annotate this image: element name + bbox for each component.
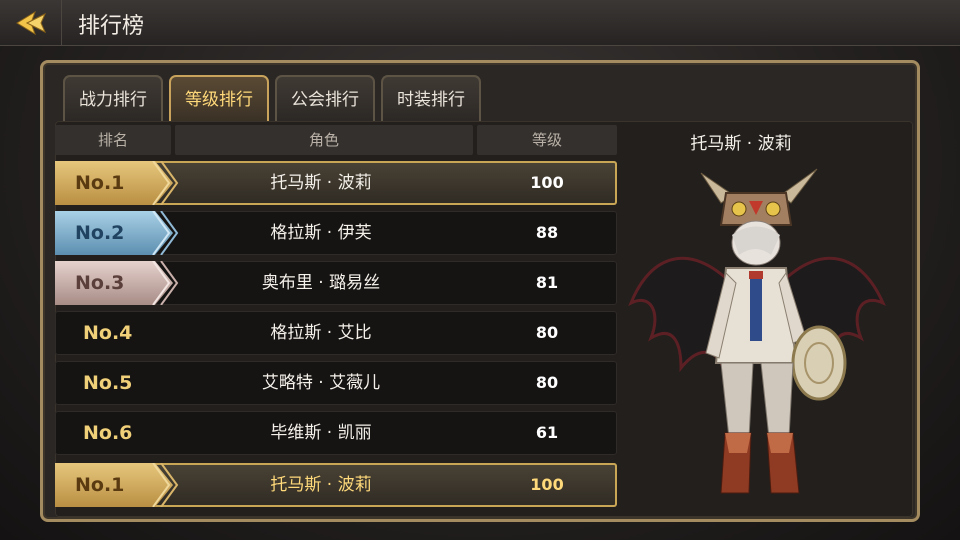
rank-label: No.6 (83, 422, 133, 444)
table-row[interactable]: No.2 格拉斯 · 伊芙 88 (55, 211, 617, 255)
character-name: 格拉斯 · 伊芙 (270, 223, 372, 243)
table-row[interactable]: No.1 托马斯 · 波莉 100 (55, 161, 617, 205)
column-header-level: 等级 (477, 125, 617, 155)
preview-character-name: 托马斯 · 波莉 (690, 134, 792, 154)
table-row[interactable]: No.6 毕维斯 · 凯丽 61 (55, 411, 617, 455)
character-name: 艾略特 · 艾薇儿 (261, 373, 381, 393)
back-button[interactable] (0, 0, 62, 46)
table-row[interactable]: No.4 格拉斯 · 艾比 80 (55, 311, 617, 355)
top-bar: 排行榜 (0, 0, 960, 46)
tab-power-ranking[interactable]: 战力排行 (63, 75, 163, 121)
tab-costume-ranking[interactable]: 时装排行 (381, 75, 481, 121)
character-level: 80 (535, 323, 559, 342)
character-name: 托马斯 · 波莉 (270, 475, 372, 495)
leaderboard-panel: 战力排行 等级排行 公会排行 时装排行 排名 角色 等级 No.1 托马斯 · … (40, 60, 920, 522)
character-level: 100 (530, 475, 564, 494)
character-name: 托马斯 · 波莉 (270, 173, 372, 193)
character-model-icon[interactable] (621, 163, 891, 503)
character-level: 80 (535, 373, 559, 392)
tab-level-ranking[interactable]: 等级排行 (169, 75, 269, 121)
character-level: 61 (535, 423, 559, 442)
character-name: 格拉斯 · 艾比 (270, 323, 372, 343)
rank-label: No.4 (83, 322, 133, 344)
tab-guild-ranking[interactable]: 公会排行 (275, 75, 375, 121)
tab-bar: 战力排行 等级排行 公会排行 时装排行 (63, 75, 481, 121)
character-level: 81 (535, 273, 559, 292)
my-rank-row[interactable]: No.1 托马斯 · 波莉 100 (55, 463, 617, 507)
character-level: 100 (530, 173, 564, 192)
character-name: 奥布里 · 璐易丝 (261, 273, 381, 293)
page-title: 排行榜 (78, 14, 145, 39)
table-row[interactable]: No.3 奥布里 · 璐易丝 81 (55, 261, 617, 305)
back-arrow-icon (15, 10, 46, 36)
column-header-rank: 排名 (55, 125, 171, 155)
character-level: 88 (535, 223, 559, 242)
character-name: 毕维斯 · 凯丽 (270, 423, 372, 443)
table-row[interactable]: No.5 艾略特 · 艾薇儿 80 (55, 361, 617, 405)
column-header-character: 角色 (175, 125, 473, 155)
rank-label: No.5 (83, 372, 133, 394)
